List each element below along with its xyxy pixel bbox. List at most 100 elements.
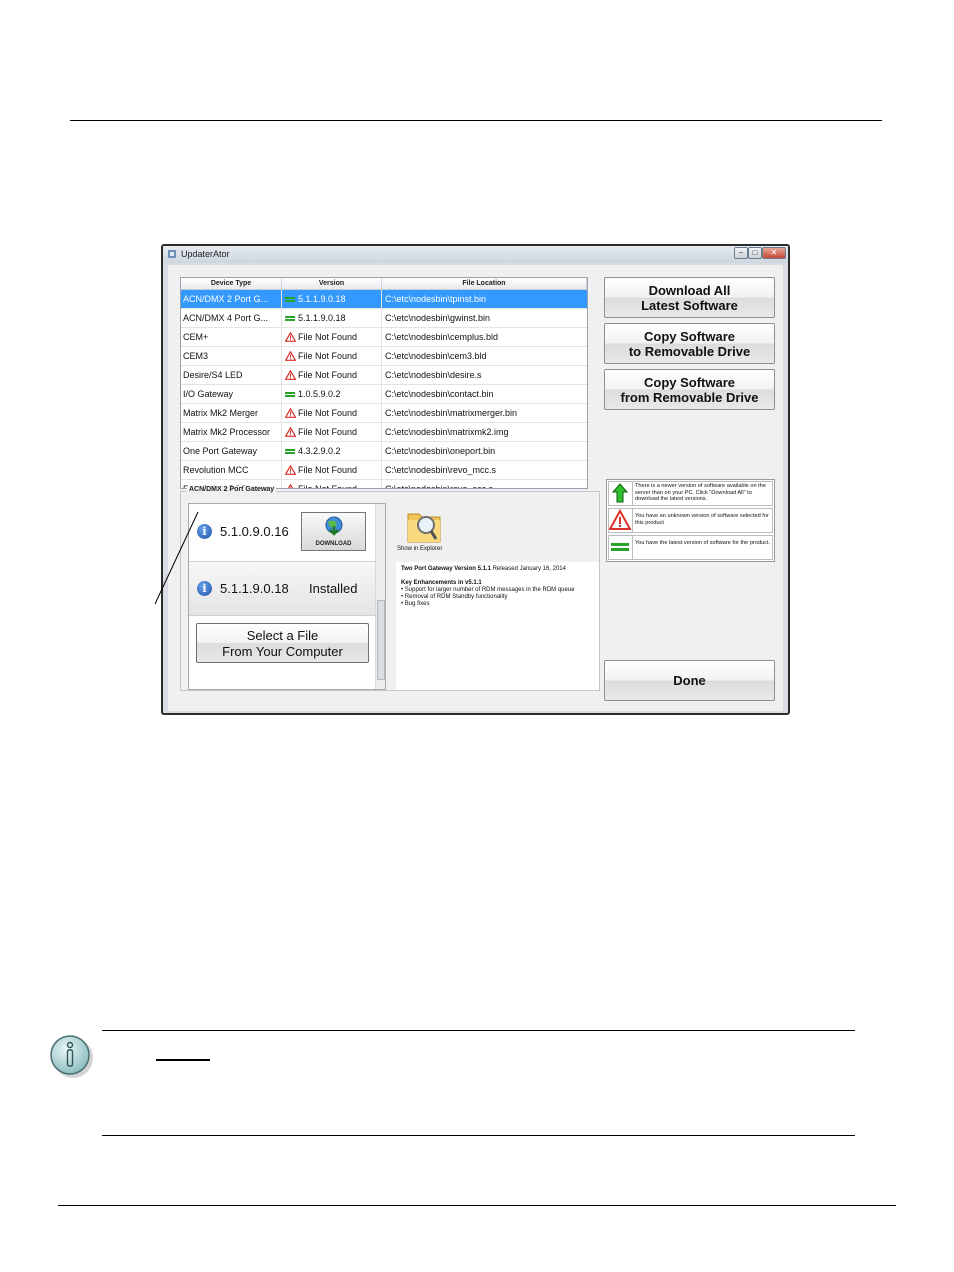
version-text: 5.1.1.9.0.18 bbox=[298, 313, 346, 323]
cell-version: File Not Found bbox=[282, 328, 382, 347]
legend-text-unknown: You have an unknown version of software … bbox=[635, 513, 769, 526]
version-item-installed[interactable]: i 5.1.1.9.0.18 Installed bbox=[189, 561, 375, 616]
green-equals-icon bbox=[285, 316, 295, 321]
red-warning-icon bbox=[285, 351, 296, 361]
notes-bullet: • Removal of RDM Standby functionality bbox=[401, 594, 508, 600]
show-in-explorer-button[interactable]: Show in Explorer bbox=[397, 504, 457, 554]
title-bar[interactable]: UpdaterAtor – □ ✕ bbox=[163, 246, 788, 263]
device-row[interactable]: Desire/S4 LED File Not Found C:\etc\nodesb… bbox=[181, 366, 587, 385]
green-equals-icon bbox=[285, 392, 295, 397]
download-all-label-2: Latest Software bbox=[641, 298, 738, 313]
cell-device-type: CEM3 bbox=[181, 347, 282, 366]
download-all-button[interactable]: Download All Latest Software bbox=[604, 277, 775, 318]
updaterator-window: UpdaterAtor – □ ✕ Device Type Version Fi… bbox=[161, 244, 790, 715]
version-item-available[interactable]: i 5.1.0.9.0.16 DOWNLOAD bbox=[189, 504, 375, 560]
app-icon bbox=[168, 250, 176, 258]
red-warning-icon bbox=[287, 484, 294, 488]
cell-file-location: C:\etc\nodesbin\matrixmerger.bin bbox=[385, 408, 518, 418]
cell-version: 5.1.1.9.0.18 bbox=[282, 290, 382, 309]
cell-file-location: C:\etc\nodesbin\revo_scc.s bbox=[385, 484, 494, 489]
grid-header: Device Type Version File Location bbox=[181, 278, 587, 290]
notes-heading: Key Enhancements in v5.1.1 bbox=[401, 580, 482, 586]
cell-file-location: C:\etc\nodesbin\oneport.bin bbox=[385, 446, 496, 456]
device-row[interactable]: I/O Gateway 1.0.5.9.0.2 C:\etc\nodesbin\co… bbox=[181, 385, 587, 404]
version-list-scroll-thumb[interactable] bbox=[377, 600, 385, 680]
copy-from-removable-button[interactable]: Copy Software from Removable Drive bbox=[604, 369, 775, 410]
device-row[interactable]: CEM+ File Not Found C:\etc\nodesbin\cemplu… bbox=[181, 328, 587, 347]
version-text: File Not Found bbox=[298, 465, 358, 475]
header-version[interactable]: Version bbox=[282, 278, 382, 289]
notes-bullet: • Bug fixes bbox=[401, 601, 430, 607]
select-file-label-2: From Your Computer bbox=[222, 644, 343, 659]
cell-version: 1.0.5.9.0.2 bbox=[282, 385, 382, 404]
note-info-icon bbox=[50, 1035, 93, 1078]
folder-magnifier-icon bbox=[407, 513, 441, 543]
device-row[interactable]: Matrix Mk2 Processor File Not Found C:\etc… bbox=[181, 423, 587, 442]
cell-file-location: C:\etc\nodesbin\contact.bin bbox=[385, 389, 494, 399]
version-text: 1.0.5.9.0.2 bbox=[298, 389, 341, 399]
cell-version: File Not Found bbox=[282, 347, 382, 366]
group-label: ACN/DMX 2 Port Gateway bbox=[187, 486, 277, 493]
version-number: 5.1.0.9.0.16 bbox=[220, 524, 289, 539]
cell-device-type: Desire/S4 LED bbox=[181, 366, 282, 385]
red-warning-icon bbox=[285, 332, 296, 342]
info-icon: i bbox=[197, 581, 212, 596]
legend-row-unknown: You have an unknown version of software … bbox=[608, 508, 773, 533]
device-row[interactable]: Revolution MCC File Not Found C:\etc\nodes… bbox=[181, 461, 587, 480]
cell-file-location: C:\etc\nodesbin\gwinst.bin bbox=[385, 313, 491, 323]
device-row[interactable]: CEM3 File Not Found C:\etc\nodesbin\cem3.b… bbox=[181, 347, 587, 366]
green-equals-icon bbox=[285, 449, 295, 454]
cell-file-location: C:\etc\nodesbin\tpinst.bin bbox=[385, 294, 487, 304]
cell-device-type: ACN/DMX 2 Port G... bbox=[181, 290, 282, 309]
device-row[interactable]: ACN/DMX 2 Port G... 5.1.1.9.0.18 C:\etc\no… bbox=[181, 290, 587, 309]
cell-device-type: CEM+ bbox=[181, 328, 282, 347]
device-row[interactable]: ACN/DMX 4 Port G... 5.1.1.9.0.18 C:\etc\no… bbox=[181, 309, 587, 328]
red-warning-icon bbox=[285, 427, 296, 437]
download-globe-icon bbox=[325, 516, 343, 536]
header-device-type[interactable]: Device Type bbox=[181, 278, 282, 289]
minimize-button[interactable]: – bbox=[734, 247, 748, 259]
cell-version: 4.3.2.9.0.2 bbox=[282, 442, 382, 461]
legend-row-current: You have the latest version of software … bbox=[608, 535, 773, 560]
grid-scrollbar[interactable] bbox=[587, 278, 588, 488]
status-legend: There is a newer version of software ava… bbox=[606, 479, 775, 562]
version-text: File Not Found bbox=[298, 351, 358, 361]
cell-device-type: I/O Gateway bbox=[181, 385, 282, 404]
product-detail-group: ACN/DMX 2 Port Gateway i 5.1.0.9.0.16 DO… bbox=[180, 486, 600, 691]
device-row[interactable]: One Port Gateway 4.3.2.9.0.2 C:\etc\nodesb… bbox=[181, 442, 587, 461]
close-button[interactable]: ✕ bbox=[762, 247, 786, 259]
select-file-label-1: Select a File bbox=[246, 628, 319, 643]
cell-version: File Not Found bbox=[282, 461, 382, 480]
green-up-arrow-icon bbox=[611, 483, 629, 503]
green-equals-icon bbox=[285, 297, 295, 302]
notes-title: Two Port Gateway Version 5.1.1 bbox=[401, 566, 491, 572]
cell-file-location: C:\etc\nodesbin\revo_mcc.s bbox=[385, 465, 497, 475]
cell-device-type: Matrix Mk2 Merger bbox=[181, 404, 282, 423]
note-bottom-rule bbox=[102, 1135, 855, 1136]
maximize-button[interactable]: □ bbox=[748, 247, 762, 259]
legend-text-current: You have the latest version of software … bbox=[635, 540, 771, 546]
device-row[interactable]: Matrix Mk2 Merger File Not Found C:\etc\no… bbox=[181, 404, 587, 423]
version-list: i 5.1.0.9.0.16 DOWNLOAD i 5.1.1.9.0.18 I… bbox=[188, 503, 386, 690]
version-text: File Not Found bbox=[298, 484, 358, 489]
cell-file-location: C:\etc\nodesbin\desire.s bbox=[385, 370, 482, 380]
show-in-explorer-label: Show in Explorer bbox=[397, 546, 443, 552]
cell-device-type: Matrix Mk2 Processor bbox=[181, 423, 282, 442]
done-button[interactable]: Done bbox=[604, 660, 775, 701]
version-text: 5.1.1.9.0.18 bbox=[298, 294, 346, 304]
device-grid: Device Type Version File Location ACN/DM… bbox=[180, 277, 588, 489]
select-file-button[interactable]: Select a File From Your Computer bbox=[196, 623, 369, 663]
version-list-scrollbar[interactable] bbox=[375, 504, 385, 689]
download-version-button[interactable]: DOWNLOAD bbox=[301, 512, 366, 551]
header-rule bbox=[70, 120, 882, 121]
copy-to-removable-button[interactable]: Copy Software to Removable Drive bbox=[604, 323, 775, 364]
red-warning-icon bbox=[285, 408, 296, 418]
version-text: File Not Found bbox=[298, 332, 358, 342]
red-warning-icon bbox=[285, 370, 296, 380]
cell-version: File Not Found bbox=[282, 404, 382, 423]
cell-device-type: ACN/DMX 4 Port G... bbox=[181, 309, 282, 328]
header-file-location[interactable]: File Location bbox=[382, 278, 587, 289]
installed-label: Installed bbox=[309, 581, 358, 596]
footer-rule bbox=[58, 1205, 896, 1206]
download-label: DOWNLOAD bbox=[315, 541, 352, 547]
